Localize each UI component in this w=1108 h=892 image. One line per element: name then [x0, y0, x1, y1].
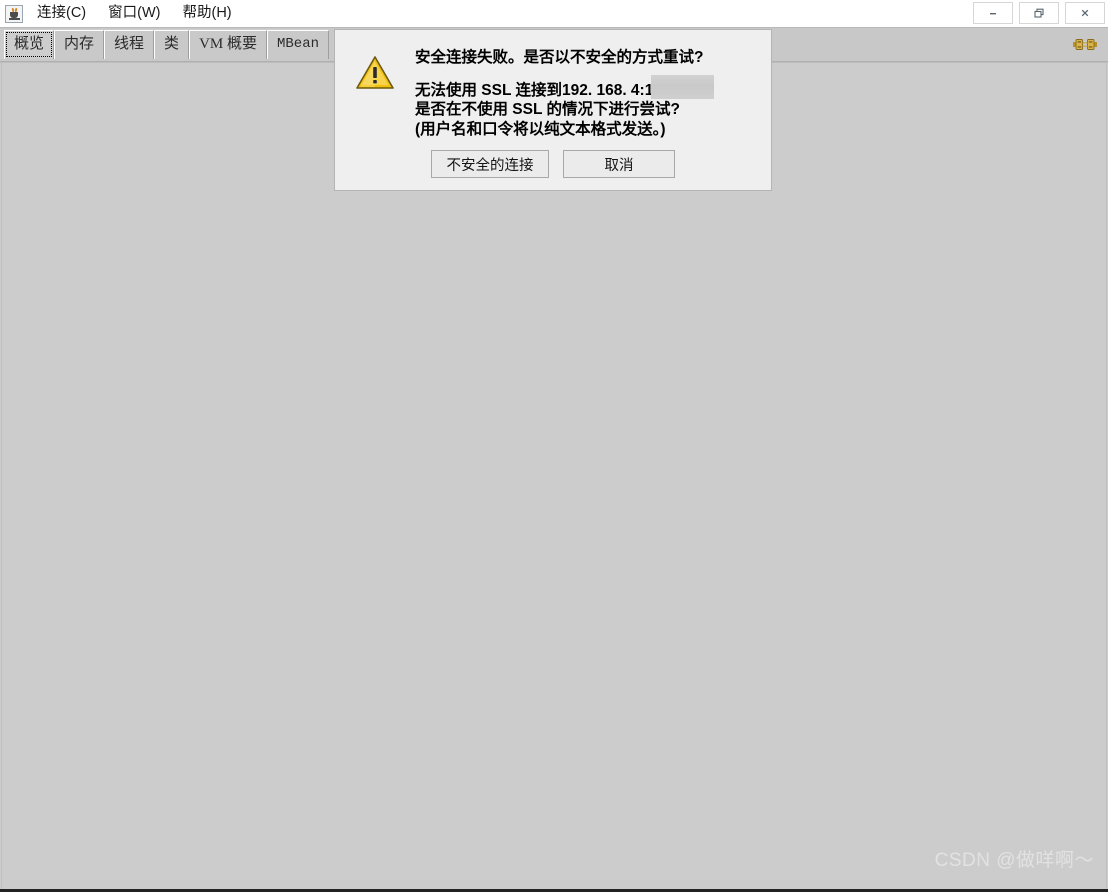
- titlebar: 连接(C) 窗口(W) 帮助(H): [0, 0, 1108, 28]
- warning-triangle-icon: [355, 54, 395, 92]
- minimize-button[interactable]: [973, 2, 1013, 24]
- window-controls: [973, 2, 1105, 24]
- menu-window[interactable]: 窗口(W): [101, 3, 167, 25]
- dialog-text: 安全连接失败。是否以不安全的方式重试? 无法使用 SSL 连接到192. 168…: [415, 44, 755, 146]
- insecure-connection-button[interactable]: 不安全的连接: [431, 150, 549, 178]
- java-coffee-cup-icon: [5, 4, 23, 23]
- dialog-line-2: 是否在不使用 SSL 的情况下进行尝试?: [415, 101, 680, 119]
- dialog-line-1: 无法使用 SSL 连接到192. 168. 4:12345。: [415, 74, 755, 101]
- cancel-button[interactable]: 取消: [563, 150, 675, 178]
- dialog-line-3: (用户名和口令将以纯文本格式发送。): [415, 121, 666, 139]
- dialog-heading: 安全连接失败。是否以不安全的方式重试?: [415, 49, 704, 66]
- tab-memory[interactable]: 内存: [54, 30, 105, 59]
- tab-mbean[interactable]: MBean: [266, 30, 329, 59]
- dialog-body: 安全连接失败。是否以不安全的方式重试? 无法使用 SSL 连接到192. 168…: [335, 30, 771, 146]
- disconnected-plug-icon: [1073, 39, 1097, 50]
- tabbar: 概览 内存 线程 类 VM 概要 MBean: [0, 29, 329, 59]
- close-icon: [1081, 9, 1089, 17]
- menu-connect[interactable]: 连接(C): [30, 3, 93, 25]
- redacted-ip-block: [651, 74, 714, 99]
- restore-button[interactable]: [1019, 2, 1059, 24]
- restore-icon: [1034, 8, 1044, 18]
- close-button[interactable]: [1065, 2, 1105, 24]
- connection-status-button[interactable]: [1070, 32, 1100, 58]
- dialog-buttons: 不安全的连接 取消: [335, 150, 771, 190]
- tab-classes[interactable]: 类: [154, 30, 190, 59]
- ssl-connection-failed-dialog: 安全连接失败。是否以不安全的方式重试? 无法使用 SSL 连接到192. 168…: [334, 29, 772, 191]
- csdn-watermark: CSDN @做咩啊～: [934, 850, 1094, 871]
- tab-vm-summary[interactable]: VM 概要: [189, 30, 267, 59]
- tab-overview[interactable]: 概览: [4, 30, 55, 59]
- tab-threads[interactable]: 线程: [104, 30, 155, 59]
- minimize-icon: [990, 13, 996, 15]
- menu-help[interactable]: 帮助(H): [175, 3, 238, 25]
